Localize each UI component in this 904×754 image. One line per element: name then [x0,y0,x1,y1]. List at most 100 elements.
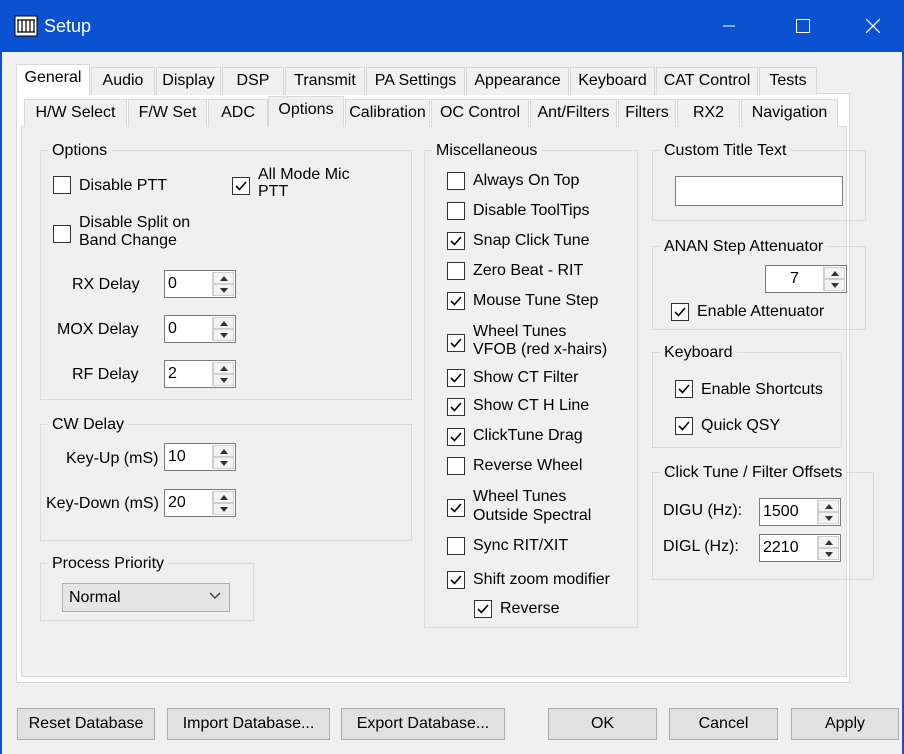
quick-qsy-checkbox[interactable] [675,417,693,435]
reset-database-button[interactable]: Reset Database [17,708,155,740]
tab-fw-set[interactable]: F/W Set [128,99,207,127]
spin-down-icon[interactable] [213,457,234,469]
tab-hw-select[interactable]: H/W Select [24,99,127,127]
tab-filters[interactable]: Filters [618,99,676,127]
tab-calibration[interactable]: Calibration [345,99,430,127]
spin-down-icon[interactable] [213,503,234,515]
tab-options[interactable]: Options [268,96,344,127]
maximize-button[interactable] [768,0,838,52]
spin-down-icon[interactable] [213,329,234,341]
process-priority-title: Process Priority [48,555,169,573]
minimize-icon [723,25,735,27]
anan-title: ANAN Step Attenuator [660,238,828,256]
spin-up-icon[interactable] [818,536,839,548]
checkmark-icon [477,604,489,614]
mouse-tune-step-checkbox[interactable] [447,292,465,310]
spin-up-icon[interactable] [213,317,234,329]
cancel-button[interactable]: Cancel [669,708,778,740]
zero-beat-rit-checkbox[interactable] [447,262,465,280]
rf-delay-spinner[interactable]: 2 [164,360,236,388]
custom-title-input[interactable] [675,176,843,206]
maximize-icon [796,19,810,33]
anan-attenuator-spinner[interactable]: 7 [765,265,847,293]
always-on-top-checkbox[interactable] [447,172,465,190]
disable-split-checkbox[interactable] [53,225,71,243]
process-priority-select[interactable]: Normal [62,583,230,612]
spin-up-icon[interactable] [818,500,839,512]
tab-rx2[interactable]: RX2 [677,99,740,127]
miscellaneous-title: Miscellaneous [432,142,542,160]
disable-ptt-checkbox[interactable] [53,176,71,194]
shift-zoom-modifier-checkbox[interactable] [447,571,465,589]
clicktune-drag-checkbox[interactable] [447,428,465,446]
clicktune-drag-label: ClickTune Drag [473,427,583,444]
mox-delay-value: 0 [168,320,177,337]
tab-general[interactable]: General [16,64,90,95]
spin-up-icon[interactable] [213,362,234,374]
wheel-tunes-outside-checkbox[interactable] [447,499,465,517]
spin-down-icon[interactable] [818,548,839,560]
mox-delay-spinner[interactable]: 0 [164,315,236,343]
disable-ptt-label: Disable PTT [79,177,168,194]
key-up-spinner[interactable]: 10 [164,443,236,471]
spin-down-icon[interactable] [213,374,234,386]
checkmark-icon [678,421,690,431]
snap-click-tune-checkbox[interactable] [447,232,465,250]
disable-split-label-line1: Disable Split on [79,214,191,231]
reverse-wheel-checkbox[interactable] [447,457,465,475]
spin-up-icon[interactable] [824,267,845,279]
rx-delay-spinner[interactable]: 0 [164,270,236,298]
tab-navigation[interactable]: Navigation [741,99,838,127]
tab-adc[interactable]: ADC [208,99,268,127]
spin-up-icon[interactable] [213,272,234,284]
spin-up-icon[interactable] [213,491,234,503]
tab-keyboard[interactable]: Keyboard [570,67,655,95]
click-tune-offsets-title: Click Tune / Filter Offsets [660,464,847,482]
disable-tooltips-checkbox[interactable] [447,202,465,220]
show-ct-h-line-checkbox[interactable] [447,398,465,416]
tab-appearance[interactable]: Appearance [466,67,569,95]
all-mode-mic-ptt-checkbox[interactable] [232,177,250,195]
spin-down-icon[interactable] [824,279,845,291]
export-database-button[interactable]: Export Database... [341,708,505,740]
tab-dsp[interactable]: DSP [222,67,284,95]
minimize-button[interactable] [694,0,764,52]
wheel-tunes-vfob-checkbox[interactable] [447,334,465,352]
checkmark-icon [450,236,462,246]
tab-oc-control[interactable]: OC Control [431,99,529,127]
tab-tests[interactable]: Tests [759,67,817,95]
checkmark-icon [450,338,462,348]
key-down-spinner[interactable]: 20 [164,489,236,517]
ok-button[interactable]: OK [548,708,657,740]
title-bar[interactable]: Setup [0,0,904,52]
tab-ant-filters[interactable]: Ant/Filters [530,99,617,127]
tab-transmit[interactable]: Transmit [285,67,365,95]
rx-delay-value: 0 [168,275,177,292]
spin-up-icon[interactable] [213,445,234,457]
reverse-checkbox[interactable] [474,600,492,618]
process-priority-value: Normal [69,589,121,606]
enable-attenuator-label: Enable Attenuator [697,303,825,320]
tab-cat-control[interactable]: CAT Control [656,67,758,95]
digu-value: 1500 [763,503,799,520]
keyboard-title: Keyboard [660,344,737,362]
window-frame-left [0,52,2,754]
setup-app-icon [14,15,38,37]
tab-audio[interactable]: Audio [91,67,155,95]
show-ct-filter-checkbox[interactable] [447,369,465,387]
digl-spinner[interactable]: 2210 [759,534,841,562]
checkmark-icon [235,181,247,191]
apply-button[interactable]: Apply [791,708,899,740]
tab-pa-settings[interactable]: PA Settings [366,67,465,95]
rf-delay-value: 2 [168,365,177,382]
close-button[interactable] [838,0,904,52]
spin-down-icon[interactable] [818,512,839,524]
enable-attenuator-checkbox[interactable] [671,303,689,321]
click-tune-offsets-group [652,472,874,580]
digu-spinner[interactable]: 1500 [759,498,841,526]
sync-rit-xit-checkbox[interactable] [447,537,465,555]
enable-shortcuts-checkbox[interactable] [675,380,693,398]
import-database-button[interactable]: Import Database... [167,708,330,740]
spin-down-icon[interactable] [213,284,234,296]
tab-display[interactable]: Display [156,67,221,95]
